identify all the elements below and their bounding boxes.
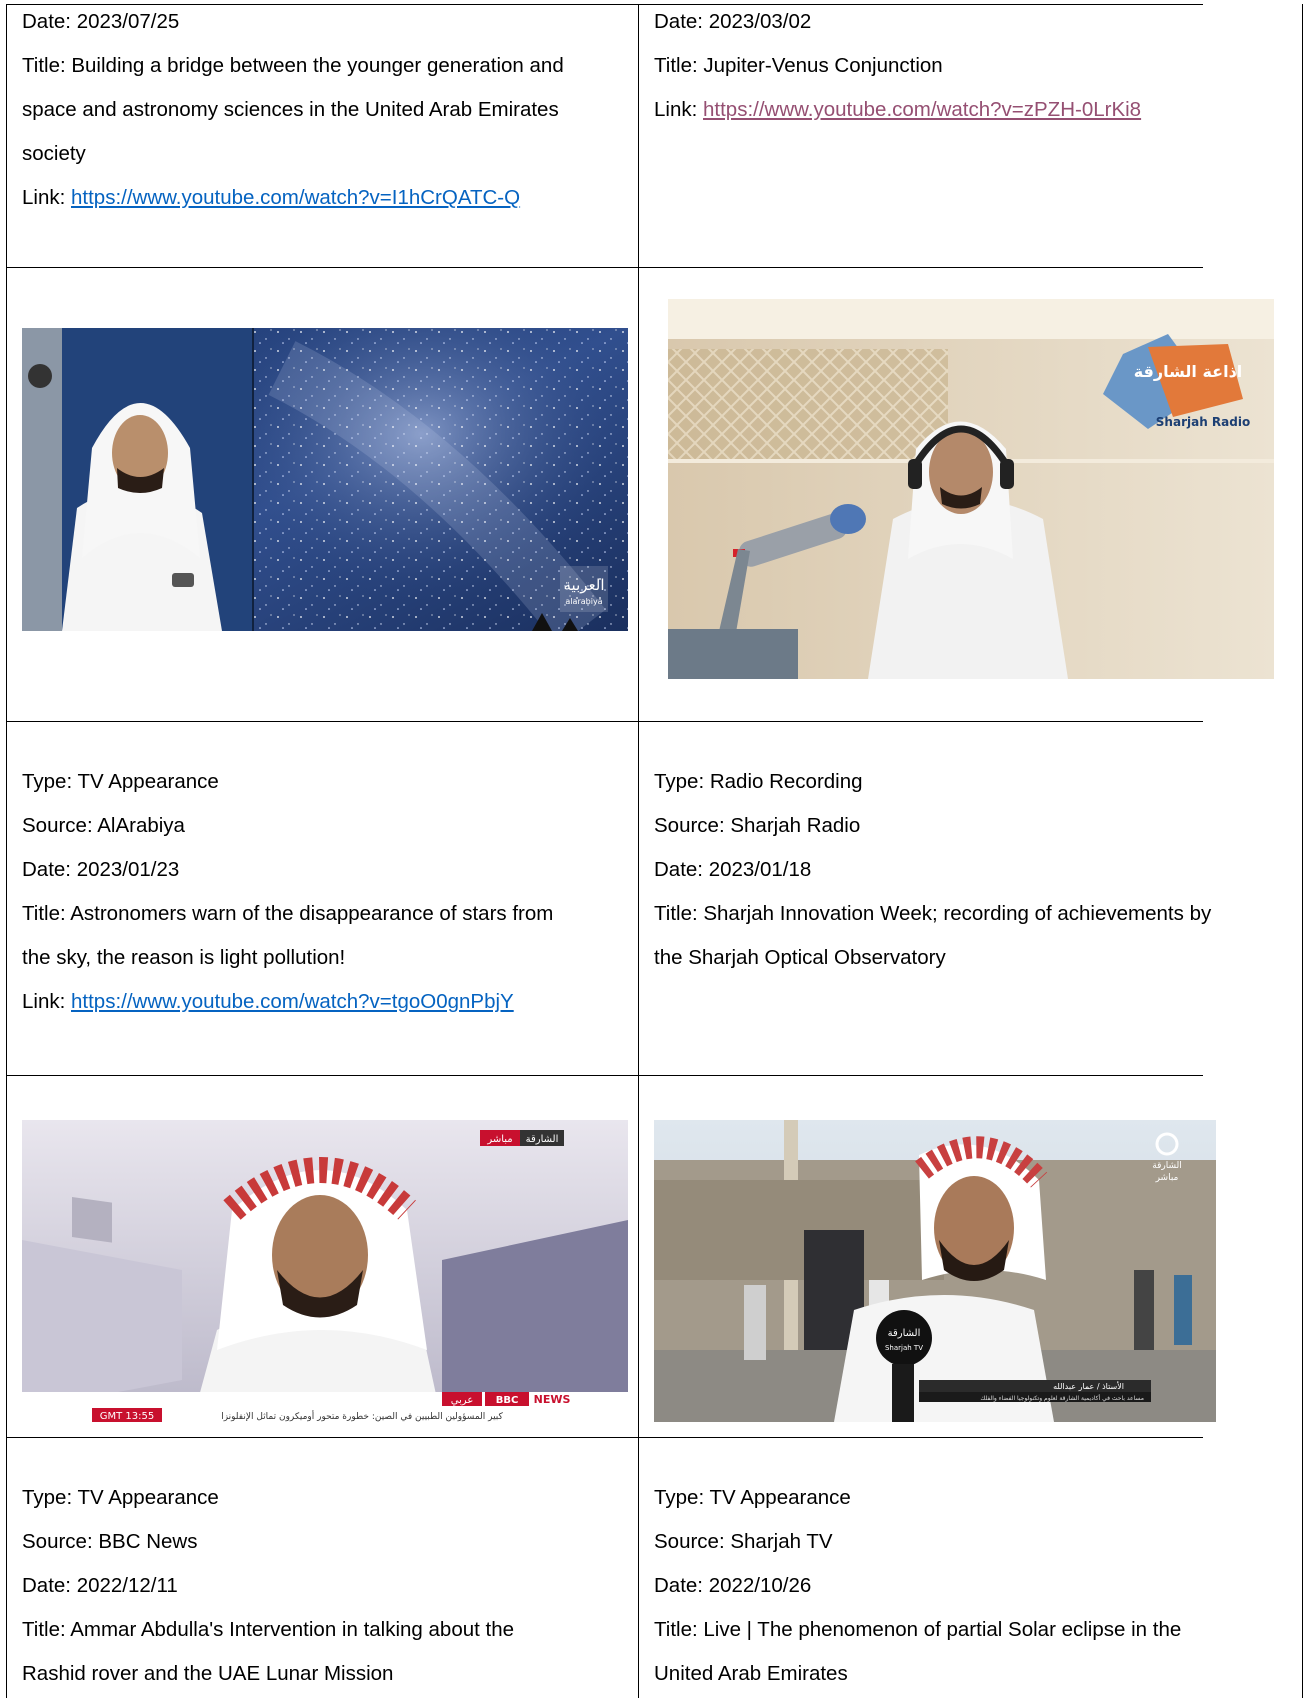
bbc-ticker: كبير المسؤولين الطبيين في الصين: خطورة م… xyxy=(221,1410,503,1422)
entry-type: Type: TV Appearance xyxy=(22,1486,219,1509)
alarabiya-logo: العربية xyxy=(564,576,605,594)
entry-title-cont: the Sharjah Optical Observatory xyxy=(654,946,946,969)
entry-title-cont: society xyxy=(22,142,86,165)
sharjah-tv-guest-role: مساعد باحث في أكاديمية الشارقة لعلوم وتك… xyxy=(980,1394,1144,1402)
sharjah-radio-logo: اذاعة الشارقة xyxy=(1134,362,1243,381)
entry-date: Date: 2022/12/11 xyxy=(22,1574,178,1597)
row-divider xyxy=(6,1075,1203,1076)
sharjah-radio-logo-en: Sharjah Radio xyxy=(1156,415,1250,429)
youtube-link[interactable]: https://www.youtube.com/watch?v=zPZH-0Lr… xyxy=(703,98,1141,121)
entry-link: Link: https://www.youtube.com/watch?v=I1… xyxy=(22,176,632,220)
sharjah-tv-mic-logo: الشارقة xyxy=(888,1328,921,1339)
media-table: Date: 2023/07/25 Title: Building a bridg… xyxy=(6,0,1303,1698)
entry-title: Title: Live | The phenomenon of partial … xyxy=(654,1618,1182,1641)
row-divider xyxy=(6,1437,1203,1438)
row-divider xyxy=(6,721,1203,722)
entry-date: Date: 2023/01/18 xyxy=(654,858,812,881)
youtube-link[interactable]: https://www.youtube.com/watch?v=I1hCrQAT… xyxy=(71,186,520,209)
entry-2022-10-26: Type: TV Appearance Source: Sharjah TV D… xyxy=(654,1476,1294,1696)
sharjah-tv-mic-en: Sharjah TV xyxy=(885,1344,923,1352)
entry-2023-03-02: Date: 2023/03/02 Title: Jupiter-Venus Co… xyxy=(654,0,1294,132)
entry-link: Link: https://www.youtube.com/watch?v=tg… xyxy=(22,980,632,1024)
entry-source: Source: Sharjah TV xyxy=(654,1530,833,1553)
entry-date: Date: 2022/10/26 xyxy=(654,1574,812,1597)
row-divider xyxy=(6,267,1203,268)
link-label: Link: xyxy=(22,186,71,209)
alarabiya-tv-screenshot: العربية alarabiya xyxy=(22,328,628,631)
entry-title: Title: Astronomers warn of the disappear… xyxy=(22,902,554,925)
entry-2023-07-25: Date: 2023/07/25 Title: Building a bridg… xyxy=(22,0,632,220)
bbc-arabic: عربي xyxy=(451,1395,474,1406)
bbc-logo: BBC xyxy=(496,1395,519,1406)
sharjah-tv-logo: الشارقة xyxy=(1152,1161,1182,1171)
entry-2023-01-18: Type: Radio Recording Source: Sharjah Ra… xyxy=(654,760,1294,980)
sharjah-tv-screenshot: الشارقة Sharjah TV الأستاذ / عمار عبدالل… xyxy=(654,1120,1216,1422)
sharjah-tv-guest-name: الأستاذ / عمار عبدالله xyxy=(1053,1381,1124,1391)
entry-source: Source: BBC News xyxy=(22,1530,198,1553)
bbc-time: GMT 13:55 xyxy=(100,1411,154,1422)
entry-title: Title: Ammar Abdulla's Intervention in t… xyxy=(22,1618,515,1641)
entry-title: Title: Sharjah Innovation Week; recordin… xyxy=(654,902,1212,925)
entry-link: Link: https://www.youtube.com/watch?v=zP… xyxy=(654,88,1294,132)
entry-date: Date: 2023/01/23 xyxy=(22,858,180,881)
entry-title-cont: United Arab Emirates xyxy=(654,1662,848,1685)
entry-date: Date: 2023/03/02 xyxy=(654,10,812,33)
bbc-news-screenshot: مباشر الشارقة عربي BBC NEWS GMT 13:55 كب… xyxy=(22,1120,628,1422)
sharjah-tv-live: مباشر xyxy=(1155,1173,1179,1183)
sharjah-radio-screenshot: اذاعة الشارقة Sharjah Radio xyxy=(668,299,1274,679)
bbc-live-tag: مباشر xyxy=(486,1134,512,1145)
youtube-link[interactable]: https://www.youtube.com/watch?v=tgoO0gnP… xyxy=(71,990,514,1013)
link-label: Link: xyxy=(654,98,703,121)
entry-type: Type: TV Appearance xyxy=(22,770,219,793)
entry-source: Source: AlArabiya xyxy=(22,814,185,837)
entry-title-cont: Rashid rover and the UAE Lunar Mission xyxy=(22,1662,394,1685)
entry-2022-12-11: Type: TV Appearance Source: BBC News Dat… xyxy=(22,1476,632,1696)
entry-title-cont: space and astronomy sciences in the Unit… xyxy=(22,98,559,121)
alarabiya-logo-sub: alarabiya xyxy=(565,597,602,606)
entry-title: Title: Jupiter-Venus Conjunction xyxy=(654,54,943,77)
link-label: Link: xyxy=(22,990,71,1013)
entry-source: Source: Sharjah Radio xyxy=(654,814,861,837)
bbc-news-label: NEWS xyxy=(534,1393,571,1406)
column-divider xyxy=(638,4,639,1698)
table-border-left xyxy=(6,4,7,1698)
entry-date: Date: 2023/07/25 xyxy=(22,10,180,33)
entry-title-cont: the sky, the reason is light pollution! xyxy=(22,946,346,969)
entry-title: Title: Building a bridge between the you… xyxy=(22,54,564,77)
entry-type: Type: TV Appearance xyxy=(654,1486,851,1509)
bbc-live-place: الشارقة xyxy=(526,1134,559,1145)
entry-2023-01-23: Type: TV Appearance Source: AlArabiya Da… xyxy=(22,760,632,1024)
entry-type: Type: Radio Recording xyxy=(654,770,863,793)
